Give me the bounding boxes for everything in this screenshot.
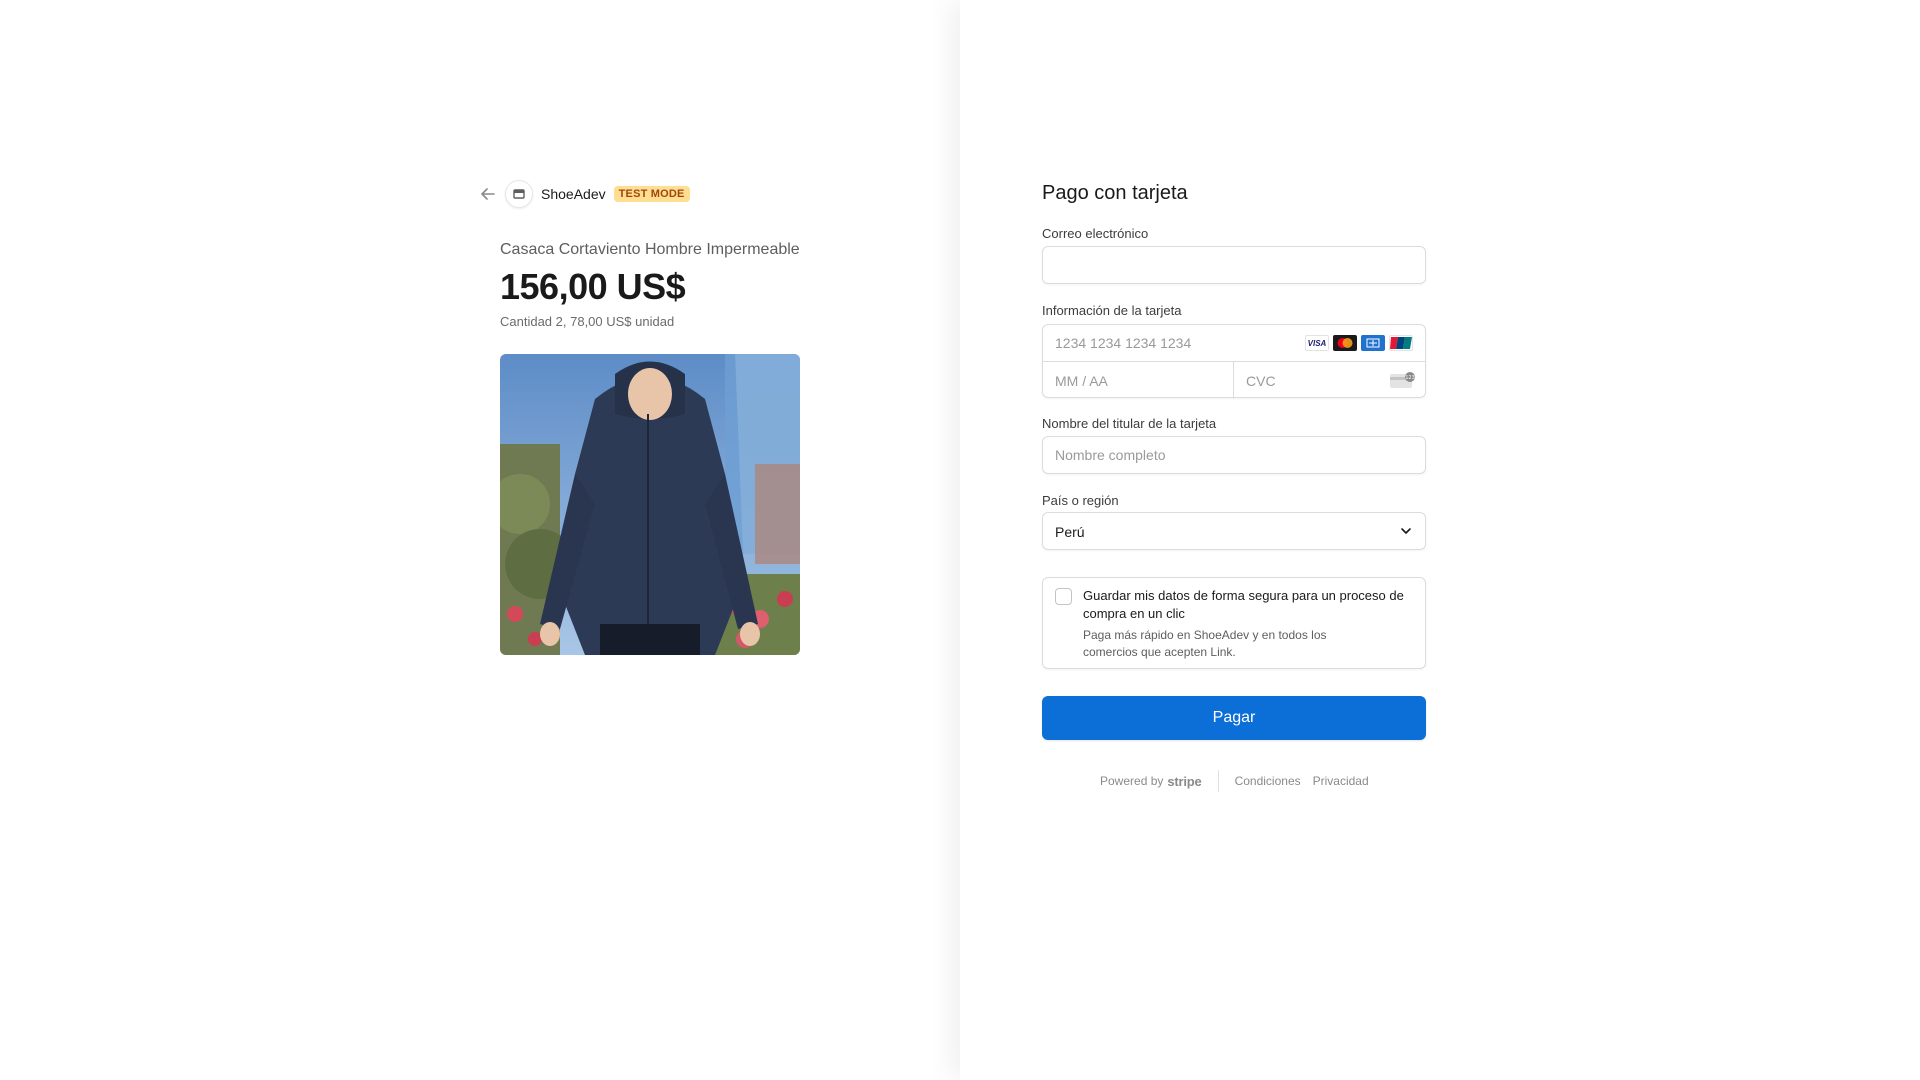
pay-button[interactable]: Pagar <box>1042 696 1426 740</box>
country-value: Perú <box>1055 524 1085 540</box>
cvc-card-icon: 123 <box>1389 371 1415 389</box>
merchant-name: ShoeAdev <box>541 186 606 202</box>
country-select[interactable]: Perú <box>1042 512 1426 550</box>
unionpay-icon <box>1389 335 1413 351</box>
footer-divider <box>1217 770 1219 792</box>
stripe-logo: stripe <box>1167 773 1202 789</box>
quantity-text: Cantidad 2, 78,00 US$ unidad <box>500 314 675 329</box>
merchant-header: ShoeAdev TEST MODE <box>479 180 690 208</box>
total-price: 156,00 US$ <box>500 266 686 307</box>
svg-text:123: 123 <box>1405 375 1415 381</box>
payment-form-title: Pago con tarjeta <box>1042 182 1188 204</box>
card-brands: VISA <box>1305 335 1413 351</box>
store-icon <box>505 180 533 208</box>
email-field[interactable] <box>1043 247 1425 283</box>
cardholder-label: Nombre del titular de la tarjeta <box>1042 416 1217 431</box>
order-summary-pane: ShoeAdev TEST MODE Casaca Cortaviento Ho… <box>0 0 960 1080</box>
country-label: País o región <box>1042 493 1119 508</box>
save-info-title: Guardar mis datos de forma segura para u… <box>1083 588 1404 621</box>
amex-icon <box>1361 335 1385 351</box>
save-info-box: Guardar mis datos de forma segura para u… <box>1042 577 1426 669</box>
test-mode-badge: TEST MODE <box>613 186 690 202</box>
mastercard-icon <box>1333 335 1357 351</box>
back-arrow-icon[interactable] <box>479 185 497 203</box>
privacy-link[interactable]: Privacidad <box>1313 774 1369 788</box>
visa-icon: VISA <box>1305 335 1329 351</box>
product-name: Casaca Cortaviento Hombre Impermeable <box>500 241 800 258</box>
save-info-checkbox[interactable] <box>1055 588 1072 605</box>
save-info-description: Paga más rápido en ShoeAdev y en todos l… <box>1083 628 1327 659</box>
terms-link[interactable]: Condiciones <box>1235 774 1301 788</box>
cardholder-field-wrapper <box>1042 436 1426 474</box>
card-number-row: VISA <box>1043 325 1425 362</box>
card-info-group: VISA 123 <box>1042 324 1427 399</box>
cvc-wrapper: 123 <box>1234 362 1427 399</box>
email-field-wrapper <box>1042 246 1426 284</box>
email-label: Correo electrónico <box>1042 226 1149 241</box>
product-image <box>500 354 800 655</box>
chevron-down-icon <box>1399 524 1413 538</box>
expiry-wrapper <box>1043 362 1234 399</box>
expiry-input[interactable] <box>1043 362 1233 399</box>
card-expiry-cvc-row: 123 <box>1043 362 1427 399</box>
footer: Powered by stripe Condiciones Privacidad <box>1100 770 1381 792</box>
powered-by-label: Powered by <box>1100 774 1164 788</box>
powered-by-stripe[interactable]: Powered by stripe <box>1100 774 1202 789</box>
card-info-label: Información de la tarjeta <box>1042 303 1182 318</box>
cardholder-name-input[interactable] <box>1043 437 1425 473</box>
